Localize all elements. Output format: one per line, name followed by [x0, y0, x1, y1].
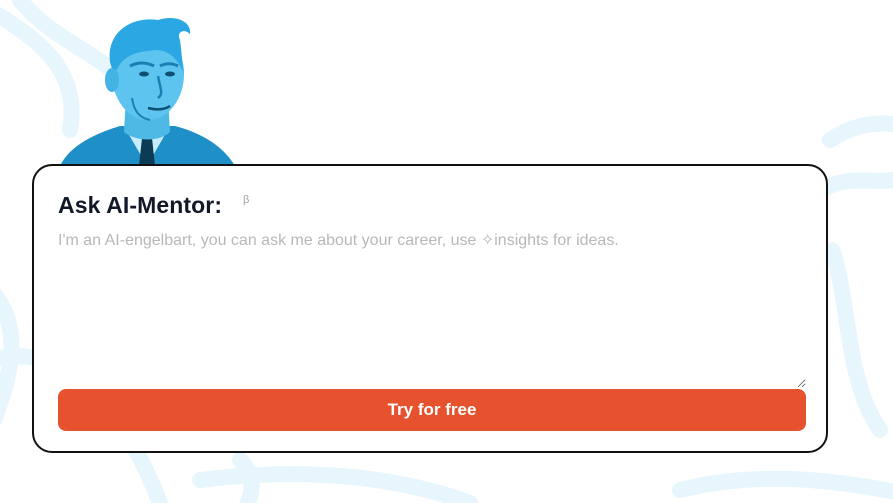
card-title: Ask AI-Mentor: [58, 192, 223, 218]
mentor-portrait [60, 17, 235, 166]
beta-badge: β [243, 194, 250, 206]
ask-mentor-card: Ask AI-Mentor: β Try for free [32, 164, 828, 453]
page: Ask AI-Mentor: β Try for free [0, 0, 893, 503]
question-input[interactable] [58, 230, 806, 388]
try-for-free-button[interactable]: Try for free [58, 389, 806, 431]
